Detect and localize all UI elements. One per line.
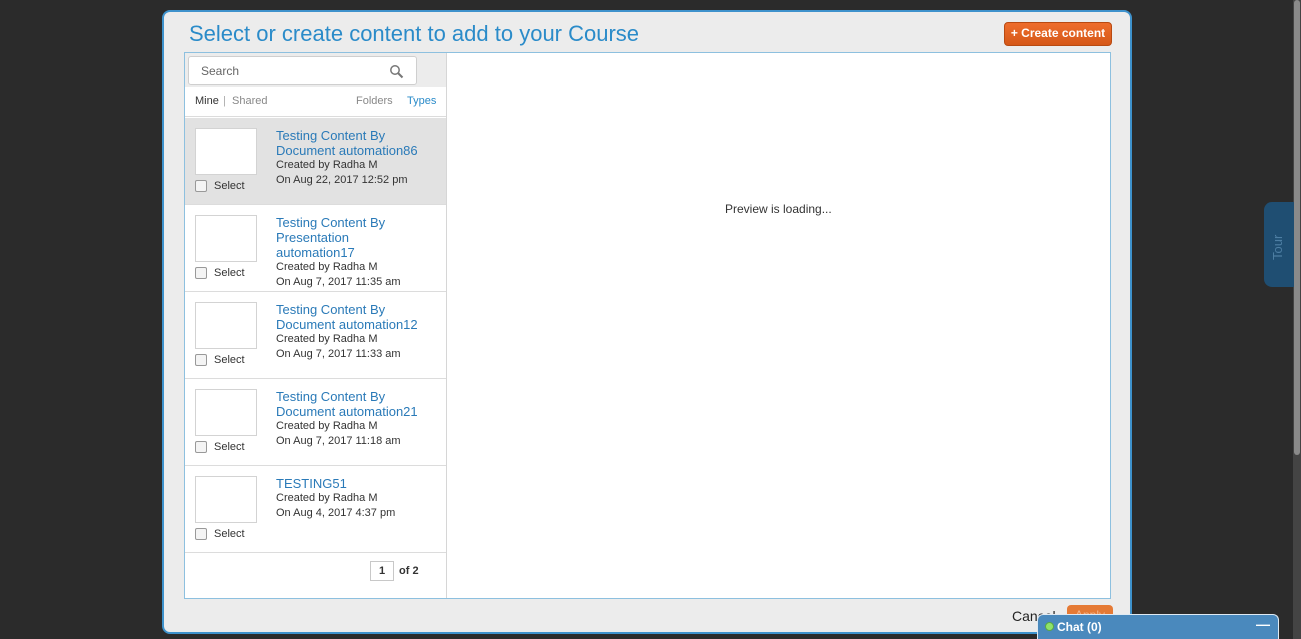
filter-separator: | bbox=[223, 95, 226, 107]
chat-label[interactable]: Chat (0) bbox=[1057, 620, 1102, 634]
content-item[interactable]: Select Testing Content By Document autom… bbox=[185, 379, 446, 466]
content-date: On Aug 7, 2017 11:33 am bbox=[276, 348, 401, 360]
content-title-link[interactable]: TESTING51 bbox=[276, 476, 436, 491]
preview-pane: Preview is loading... bbox=[447, 53, 1110, 598]
tour-tab[interactable]: Tour bbox=[1264, 202, 1294, 287]
content-date: On Aug 22, 2017 12:52 pm bbox=[276, 174, 408, 186]
dialog-title: Select or create content to add to your … bbox=[189, 21, 640, 46]
content-item[interactable]: Select TESTING51 Created by Radha M On A… bbox=[185, 466, 446, 553]
page-number-input[interactable]: 1 bbox=[370, 561, 394, 581]
select-checkbox[interactable] bbox=[195, 354, 207, 366]
pagination: 1 of 2 bbox=[185, 553, 446, 598]
content-title-link[interactable]: Testing Content By Document automation86 bbox=[276, 128, 436, 158]
select-checkbox[interactable] bbox=[195, 267, 207, 279]
filter-types[interactable]: Types bbox=[407, 95, 436, 107]
search-input[interactable] bbox=[201, 64, 381, 78]
content-author: Created by Radha M bbox=[276, 420, 378, 432]
content-thumbnail[interactable] bbox=[195, 128, 257, 175]
content-author: Created by Radha M bbox=[276, 492, 378, 504]
select-label[interactable]: Select bbox=[214, 267, 245, 279]
page-scrollbar[interactable] bbox=[1293, 0, 1301, 639]
content-author: Created by Radha M bbox=[276, 333, 378, 345]
minimize-icon[interactable]: — bbox=[1256, 616, 1270, 632]
content-author: Created by Radha M bbox=[276, 159, 378, 171]
content-item[interactable]: Select Testing Content By Presentation a… bbox=[185, 205, 446, 292]
select-label[interactable]: Select bbox=[214, 528, 245, 540]
content-title-link[interactable]: Testing Content By Document automation21 bbox=[276, 389, 436, 419]
select-checkbox[interactable] bbox=[195, 441, 207, 453]
add-content-dialog: Select or create content to add to your … bbox=[162, 10, 1132, 634]
filter-shared[interactable]: Shared bbox=[232, 95, 267, 107]
content-title-link[interactable]: Testing Content By Document automation12 bbox=[276, 302, 436, 332]
content-thumbnail[interactable] bbox=[195, 302, 257, 349]
content-item[interactable]: Select Testing Content By Document autom… bbox=[185, 292, 446, 379]
search-box[interactable] bbox=[188, 56, 417, 85]
chat-bar[interactable]: Chat (0) — bbox=[1037, 614, 1279, 639]
content-browser: Mine | Shared Folders Types Select Testi… bbox=[184, 52, 1111, 599]
content-date: On Aug 7, 2017 11:18 am bbox=[276, 435, 401, 447]
select-label[interactable]: Select bbox=[214, 441, 245, 453]
select-label[interactable]: Select bbox=[214, 180, 245, 192]
search-area bbox=[185, 53, 446, 87]
content-date: On Aug 7, 2017 11:35 am bbox=[276, 276, 401, 288]
content-thumbnail[interactable] bbox=[195, 389, 257, 436]
filter-folders[interactable]: Folders bbox=[356, 95, 393, 107]
content-item[interactable]: Select Testing Content By Document autom… bbox=[185, 118, 446, 205]
select-checkbox[interactable] bbox=[195, 180, 207, 192]
online-status-icon bbox=[1045, 622, 1054, 631]
content-title-link[interactable]: Testing Content By Presentation automati… bbox=[276, 215, 401, 260]
scrollbar-thumb[interactable] bbox=[1294, 0, 1300, 455]
content-date: On Aug 4, 2017 4:37 pm bbox=[276, 507, 396, 519]
filter-bar: Mine | Shared Folders Types bbox=[185, 87, 446, 117]
content-thumbnail[interactable] bbox=[195, 476, 257, 523]
content-author: Created by Radha M bbox=[276, 261, 378, 273]
select-label[interactable]: Select bbox=[214, 354, 245, 366]
content-list-panel: Mine | Shared Folders Types Select Testi… bbox=[185, 53, 447, 598]
filter-mine[interactable]: Mine bbox=[195, 95, 219, 107]
preview-status: Preview is loading... bbox=[725, 202, 832, 216]
select-checkbox[interactable] bbox=[195, 528, 207, 540]
content-thumbnail[interactable] bbox=[195, 215, 257, 262]
create-content-button[interactable]: + Create content bbox=[1004, 22, 1112, 46]
tour-label: Tour bbox=[1270, 234, 1285, 260]
page-total: of 2 bbox=[399, 565, 419, 577]
search-icon[interactable] bbox=[389, 64, 404, 79]
